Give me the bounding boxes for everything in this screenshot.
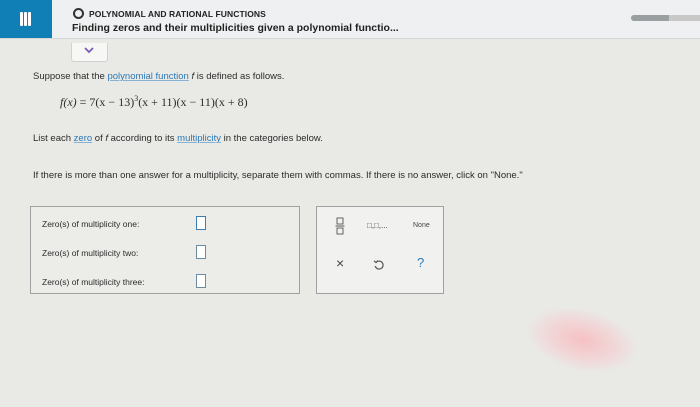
- text-segment: List each: [33, 133, 74, 144]
- menu-icon: [20, 12, 23, 26]
- help-button[interactable]: ?: [417, 255, 424, 270]
- fraction-button[interactable]: [335, 217, 345, 240]
- collapse-toggle-button[interactable]: [71, 43, 108, 62]
- formula-part: (x + 11)(x − 11)(x + 8): [138, 95, 248, 109]
- progress-fill: [631, 15, 669, 21]
- screen-glare: [521, 297, 643, 383]
- multiplicity-three-label: Zero(s) of multiplicity three:: [42, 277, 145, 287]
- progress-bar: [631, 15, 700, 21]
- formula-lhs: f(x): [60, 95, 77, 109]
- close-icon: ×: [336, 255, 345, 271]
- answer-instructions: If there is more than one answer for a m…: [33, 170, 523, 181]
- text-segment: Suppose that the: [33, 71, 108, 82]
- formula-part: = 7(x − 13): [76, 95, 135, 109]
- multiplicity-one-input[interactable]: [196, 216, 206, 230]
- fraction-icon: [335, 217, 345, 235]
- undo-button[interactable]: [373, 258, 385, 276]
- answer-panel: Zero(s) of multiplicity one: Zero(s) of …: [30, 206, 300, 294]
- zero-link[interactable]: zero: [74, 133, 92, 144]
- menu-icon: [28, 12, 31, 26]
- comma-list-button[interactable]: □,□,...: [367, 221, 388, 230]
- menu-button[interactable]: [0, 0, 52, 38]
- problem-content: Suppose that the polynomial function f i…: [0, 62, 700, 407]
- polynomial-formula: f(x) = 7(x − 13)3(x + 11)(x − 11)(x + 8): [60, 94, 248, 110]
- clear-button[interactable]: ×: [336, 255, 344, 271]
- none-button[interactable]: None: [413, 222, 430, 229]
- text-segment: is defined as follows.: [194, 71, 285, 82]
- page-title: Finding zeros and their multiplicities g…: [72, 22, 399, 34]
- polynomial-function-link[interactable]: polynomial function: [107, 71, 188, 82]
- input-toolbar: □,□,... None × ?: [316, 206, 444, 294]
- chevron-down-icon: [84, 47, 94, 54]
- topic-label: POLYNOMIAL AND RATIONAL FUNCTIONS: [89, 8, 266, 19]
- multiplicity-link[interactable]: multiplicity: [177, 133, 221, 144]
- text-segment: of: [92, 133, 106, 144]
- help-icon: ?: [417, 255, 425, 270]
- topic-heading: POLYNOMIAL AND RATIONAL FUNCTIONS: [73, 8, 266, 19]
- header-bar: POLYNOMIAL AND RATIONAL FUNCTIONS Findin…: [0, 0, 700, 39]
- menu-icon: [24, 12, 27, 26]
- text-segment: in the categories below.: [220, 133, 323, 144]
- problem-statement: Suppose that the polynomial function f i…: [33, 71, 284, 82]
- text-segment: according to its: [108, 133, 178, 144]
- status-circle-icon: [73, 8, 84, 19]
- comma-list-icon: □,□,...: [367, 221, 388, 230]
- multiplicity-three-input[interactable]: [196, 274, 206, 288]
- multiplicity-one-label: Zero(s) of multiplicity one:: [42, 219, 140, 229]
- multiplicity-two-label: Zero(s) of multiplicity two:: [42, 248, 139, 258]
- undo-icon: [373, 260, 384, 270]
- multiplicity-two-input[interactable]: [196, 245, 206, 259]
- instruction-text: List each zero of f according to its mul…: [33, 133, 323, 144]
